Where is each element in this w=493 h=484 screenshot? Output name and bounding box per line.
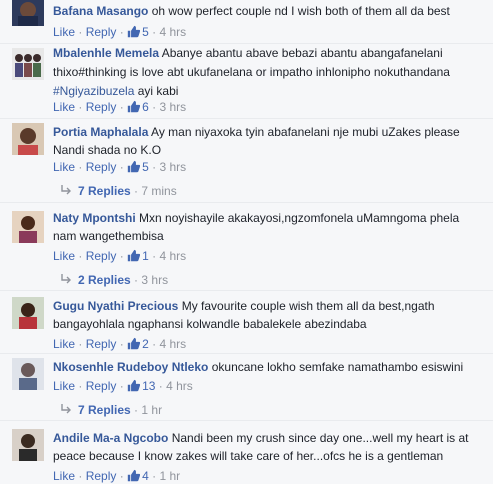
divider	[0, 353, 493, 354]
reply-button[interactable]: Reply	[86, 25, 117, 39]
comment-author[interactable]: Bafana Masango	[53, 4, 148, 18]
comment-time[interactable]: 4 hrs	[159, 25, 186, 39]
avatar[interactable]	[12, 0, 44, 26]
comment-text-tail: ayi kabi	[137, 84, 179, 98]
hashtag-link[interactable]: #Ngiyazibuzela	[53, 84, 134, 98]
reply-button[interactable]: Reply	[86, 160, 117, 174]
comment-time[interactable]: 4 hrs	[159, 337, 186, 351]
like-count[interactable]: 13	[127, 379, 155, 393]
thumbs-up-icon	[127, 337, 141, 350]
comment-time[interactable]: 4 hrs	[166, 379, 193, 393]
like-count-value: 6	[142, 100, 149, 114]
like-count-value: 2	[142, 337, 149, 351]
like-button[interactable]: Like	[53, 25, 75, 39]
separator: ·	[119, 25, 124, 39]
separator: ·	[152, 337, 157, 351]
comment-time[interactable]: 3 hrs	[159, 100, 186, 114]
reply-button[interactable]: Reply	[86, 249, 117, 263]
divider	[0, 118, 493, 119]
reply-button[interactable]: Reply	[86, 100, 117, 114]
avatar[interactable]	[12, 123, 44, 155]
reply-button[interactable]: Reply	[86, 379, 117, 393]
like-count-value: 5	[142, 160, 149, 174]
separator: ·	[152, 25, 157, 39]
divider	[0, 290, 493, 291]
reply-button[interactable]: Reply	[86, 337, 117, 351]
comment-author[interactable]: Andile Ma-a Ngcobo	[53, 431, 168, 445]
like-button[interactable]: Like	[53, 337, 75, 351]
separator: ·	[158, 379, 163, 393]
view-replies-link[interactable]: 2 Replies · 3 hrs	[60, 272, 168, 288]
separator: ·	[152, 249, 157, 263]
thumbs-up-icon	[127, 469, 141, 482]
separator: ·	[119, 249, 124, 263]
avatar[interactable]	[12, 429, 44, 461]
like-button[interactable]: Like	[53, 249, 75, 263]
separator: ·	[78, 160, 83, 174]
reply-arrow-icon	[61, 185, 71, 195]
like-count-value: 13	[142, 379, 156, 393]
comment-author[interactable]: Naty Mpontshi	[53, 211, 136, 225]
separator: ·	[152, 160, 157, 174]
thumbs-up-icon	[127, 379, 141, 392]
divider	[0, 202, 493, 203]
like-button[interactable]: Like	[53, 379, 75, 393]
thumbs-up-icon	[127, 249, 141, 262]
separator: ·	[78, 379, 83, 393]
separator: ·	[152, 100, 157, 114]
reply-arrow-icon	[61, 274, 71, 284]
like-count[interactable]: 2	[127, 337, 149, 351]
separator: ·	[119, 337, 124, 351]
view-replies-link[interactable]: 7 Replies · 1 hr	[60, 402, 162, 418]
divider	[0, 420, 493, 421]
avatar[interactable]	[12, 297, 44, 329]
replies-count: 7 Replies	[78, 184, 131, 198]
comment-author[interactable]: Mbalenhle Memela	[53, 46, 159, 60]
comment-text: oh wow perfect couple nd I wish both of …	[151, 4, 450, 18]
like-count[interactable]: 6	[127, 100, 149, 114]
like-count[interactable]: 5	[127, 160, 149, 174]
replies-time: 3 hrs	[141, 273, 169, 287]
separator: ·	[78, 249, 83, 263]
replies-time: 7 mins	[141, 184, 177, 198]
comment-time[interactable]: 4 hrs	[159, 249, 186, 263]
thumbs-up-icon	[127, 25, 141, 38]
thumbs-up-icon	[127, 100, 141, 113]
separator: ·	[119, 100, 124, 114]
comment-time[interactable]: 3 hrs	[159, 160, 186, 174]
like-count-value: 5	[142, 25, 149, 39]
separator: ·	[119, 379, 124, 393]
replies-count: 2 Replies	[78, 273, 131, 287]
avatar[interactable]	[12, 358, 44, 390]
replies-count: 7 Replies	[78, 403, 131, 417]
separator: ·	[78, 25, 83, 39]
avatar[interactable]	[12, 211, 44, 243]
comment-author[interactable]: Gugu Nyathi Precious	[53, 299, 178, 313]
separator: ·	[119, 160, 124, 174]
comment-author[interactable]: Nkosenhle Rudeboy Ntleko	[53, 360, 208, 374]
separator: ·	[78, 337, 83, 351]
like-button[interactable]: Like	[53, 100, 75, 114]
like-count-value: 1	[142, 249, 149, 263]
comment-text: okuncane lokho semfake namathambo esiswi…	[211, 360, 464, 374]
separator: ·	[134, 184, 139, 198]
comments-feed: Bafana Masango oh wow perfect couple nd …	[0, 0, 493, 483]
like-button[interactable]: Like	[53, 160, 75, 174]
like-count[interactable]: 5	[127, 25, 149, 39]
separator: ·	[134, 273, 139, 287]
like-count[interactable]: 1	[127, 249, 149, 263]
comment-author[interactable]: Portia Maphalala	[53, 125, 148, 139]
thumbs-up-icon	[127, 160, 141, 173]
view-replies-link[interactable]: 7 Replies · 7 mins	[60, 183, 177, 199]
replies-time: 1 hr	[141, 403, 163, 417]
avatar[interactable]	[12, 48, 44, 80]
separator: ·	[78, 100, 83, 114]
separator: ·	[134, 403, 139, 417]
reply-arrow-icon	[61, 404, 71, 414]
